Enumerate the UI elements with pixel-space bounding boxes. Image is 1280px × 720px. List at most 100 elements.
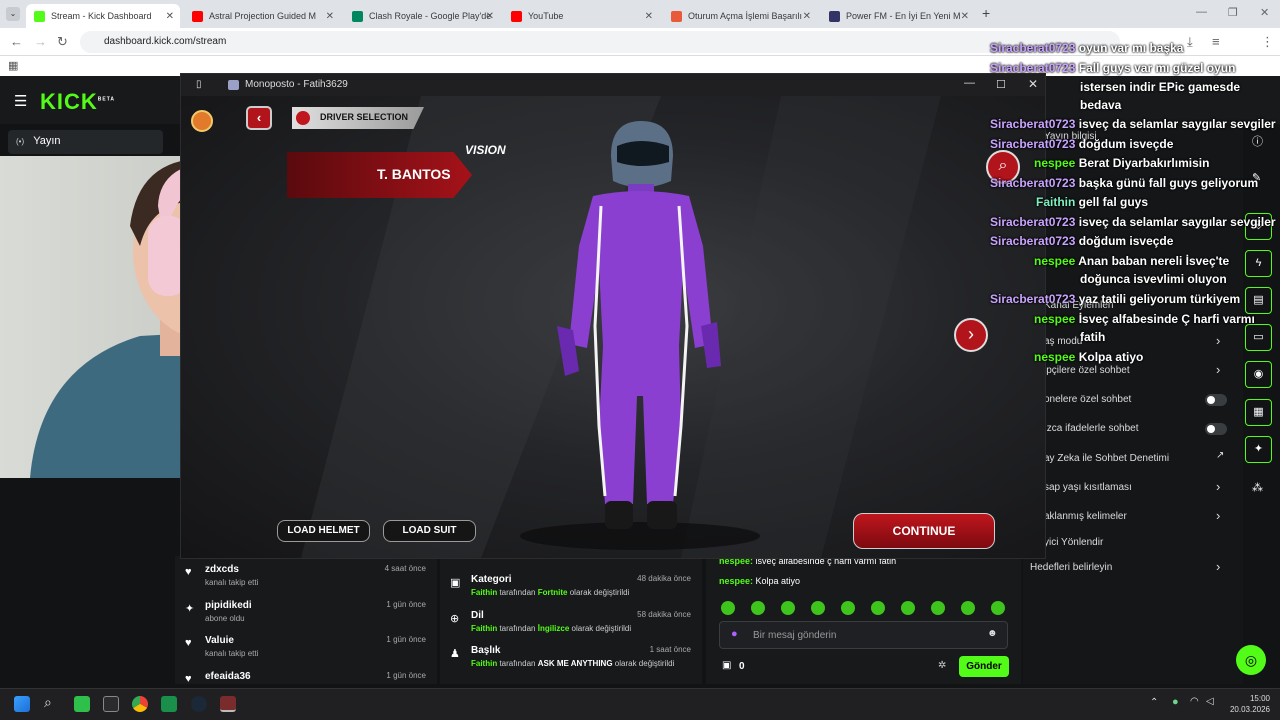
emote-icon[interactable] [781, 601, 795, 615]
emote-icon[interactable] [751, 601, 765, 615]
chevron-right-icon[interactable]: › [1216, 508, 1220, 523]
player-avatar[interactable] [191, 110, 213, 132]
menu-icon[interactable]: ⋮ [1261, 34, 1274, 50]
support-icon[interactable]: ◎ [1236, 645, 1266, 675]
feed-user[interactable]: pipidikedi [205, 600, 252, 611]
tab-list-icon[interactable]: ⌄ [6, 7, 20, 21]
external-link-icon[interactable]: ↗ [1216, 450, 1224, 461]
tab-oturum[interactable]: Oturum Açma İşlemi Başarılı ✕ [663, 4, 817, 28]
setting-yavas-mod[interactable]: aş modu [1044, 336, 1082, 347]
close-icon[interactable]: ✕ [803, 11, 811, 22]
url-field[interactable]: dashboard.kick.com/stream [80, 31, 1120, 53]
sidebar-item-yayin[interactable]: (•) Yayın [8, 130, 163, 154]
chevron-right-icon[interactable]: › [1216, 479, 1220, 494]
dots-icon[interactable]: ⁂ [1252, 481, 1263, 494]
gear-icon[interactable]: ✲ [938, 660, 946, 671]
chat-icon[interactable]: ▭ [1245, 324, 1272, 351]
system-clock[interactable]: 15:00 20.03.2026 [1222, 693, 1270, 715]
section-emblem-icon [296, 111, 310, 125]
chat-user[interactable]: nespee: [719, 576, 753, 586]
setting-banned-words[interactable]: aklanmış kelimeler [1044, 511, 1127, 522]
epic-games-icon[interactable] [103, 696, 119, 712]
close-icon[interactable]: ✕ [166, 11, 174, 22]
tab-clash-royale[interactable]: Clash Royale - Google Play'de ✕ [344, 4, 500, 28]
chrome-icon[interactable] [132, 696, 148, 712]
emote-icon[interactable] [991, 601, 1005, 615]
play-games-icon[interactable] [161, 696, 177, 712]
tab-label: YouTube [528, 11, 564, 21]
emote-icon[interactable] [961, 601, 975, 615]
setting-takipci-sohbet[interactable]: ipçilere özel sohbet [1044, 365, 1130, 376]
emote-icon[interactable] [871, 601, 885, 615]
subscriber-chat-toggle[interactable] [1205, 394, 1227, 406]
load-suit-button[interactable]: LOAD SUIT [383, 520, 476, 542]
layout-icon[interactable]: ▦ [1245, 399, 1272, 426]
broadcast-icon[interactable]: ◉ [1245, 361, 1272, 388]
emoji-icon[interactable]: ☻ [987, 628, 998, 639]
feed-user[interactable]: zdxcds [205, 564, 239, 575]
minimize-icon[interactable]: — [1196, 6, 1207, 18]
emote-icon[interactable] [721, 601, 735, 615]
apps-grid-icon[interactable]: ▦ [8, 59, 18, 72]
emote-chat-toggle[interactable] [1205, 423, 1227, 435]
new-tab-icon[interactable]: + [982, 5, 990, 21]
tab-youtube[interactable]: YouTube ✕ [503, 4, 659, 28]
info-icon[interactable]: ⓘ [1252, 133, 1263, 149]
close-icon[interactable]: ✕ [326, 11, 334, 22]
maximize-icon[interactable]: ☐ [996, 78, 1006, 91]
chevron-right-icon[interactable]: › [1216, 333, 1220, 348]
microphone-icon[interactable]: ● [1172, 696, 1179, 708]
back-arrow-icon[interactable]: ‹ [246, 106, 272, 130]
close-icon[interactable]: ✕ [961, 11, 969, 22]
feed-user[interactable]: efeaida36 [205, 671, 251, 682]
next-arrow-icon[interactable]: › [954, 318, 988, 352]
back-icon[interactable]: ← [10, 34, 23, 49]
clipboard-icon[interactable]: ▤ [1245, 287, 1272, 314]
reload-icon[interactable]: ↻ [57, 34, 68, 50]
lightning-icon[interactable]: ϟ [1245, 250, 1272, 277]
minimize-icon[interactable]: — [964, 77, 975, 89]
history-detail: Faithin tarafından ASK ME ANYTHING olara… [471, 659, 675, 668]
setting-account-age[interactable]: sap yaşı kısıtlaması [1044, 482, 1132, 493]
maximize-icon[interactable]: ❐ [1228, 6, 1238, 19]
tab-astral[interactable]: Astral Projection Guided M ✕ [184, 4, 340, 28]
microphone-icon[interactable]: ● [731, 628, 738, 640]
setting-ai-moderation[interactable]: ay Zeka ile Sohbet Denetimi [1044, 453, 1169, 464]
emote-icon[interactable] [841, 601, 855, 615]
feed-user[interactable]: Valuie [205, 635, 234, 646]
wifi-icon[interactable]: ◠ [1190, 696, 1199, 707]
kick-logo[interactable]: KICKBETA [40, 89, 115, 115]
search-icon[interactable]: ⌕ [44, 694, 52, 711]
history-title: Dil [471, 610, 484, 621]
close-window-icon[interactable]: ✕ [1260, 6, 1269, 19]
setting-raid[interactable]: yici Yönlendir [1044, 537, 1103, 548]
volume-icon[interactable]: ◁ [1206, 696, 1214, 707]
game-app-icon[interactable] [220, 696, 236, 712]
setting-goals[interactable]: Hedefleri belirleyin [1030, 562, 1112, 573]
chevron-right-icon[interactable]: › [1216, 362, 1220, 377]
chevron-right-icon[interactable]: › [1216, 559, 1220, 574]
emote-icon[interactable] [811, 601, 825, 615]
close-icon[interactable]: ✕ [1028, 77, 1038, 91]
close-icon[interactable]: ✕ [645, 11, 653, 22]
windows-start-icon[interactable] [14, 696, 30, 712]
send-button[interactable]: Gönder [959, 656, 1009, 677]
wrench-icon[interactable]: ✦ [1245, 436, 1272, 463]
media-icon[interactable]: ≡ [1212, 34, 1220, 49]
tab-kick-dashboard[interactable]: Stream - Kick Dashboard ✕ [26, 4, 180, 28]
close-icon[interactable]: ✕ [486, 11, 494, 22]
emote-icon[interactable] [901, 601, 915, 615]
tab-powerfm[interactable]: Power FM - En İyi En Yeni M ✕ [821, 4, 975, 28]
app-icon-green[interactable] [74, 696, 90, 712]
tray-chevron-icon[interactable]: ⌃ [1150, 697, 1158, 708]
chat-message-input[interactable]: Bir mesaj gönderin [719, 621, 1008, 649]
load-helmet-button[interactable]: LOAD HELMET [277, 520, 370, 542]
continue-button[interactable]: CONTINUE [853, 513, 995, 549]
sidebar-icon[interactable]: ▯ [196, 79, 202, 90]
steam-icon[interactable] [191, 696, 207, 712]
hamburger-icon[interactable]: ☰ [14, 92, 27, 110]
overlay-chat-line: Siracberat0723 başka günü fall guys geli… [990, 176, 1259, 190]
download-icon[interactable]: ⤓ [1187, 34, 1193, 50]
forward-icon[interactable]: → [34, 34, 47, 49]
emote-icon[interactable] [931, 601, 945, 615]
